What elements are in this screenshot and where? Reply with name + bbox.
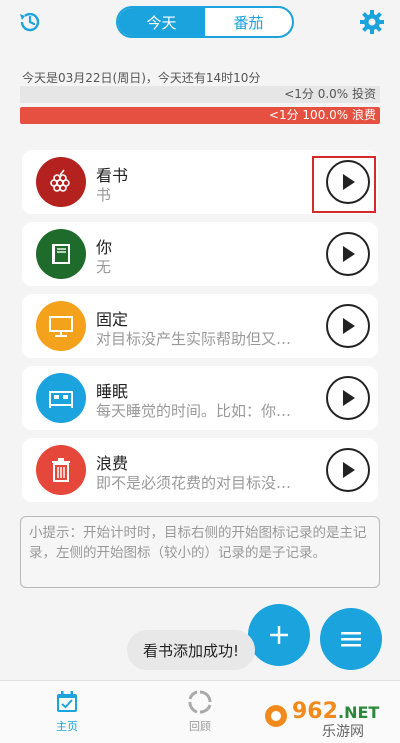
nav-home-label: 主页 xyxy=(56,720,78,733)
goal-card-sleep[interactable]: 睡眠 每天睡觉的时间。比如：你… xyxy=(22,366,378,430)
bed-icon xyxy=(36,373,86,423)
nav-review-label: 回顾 xyxy=(189,720,211,733)
card-title: 你 xyxy=(96,238,113,257)
menu-icon xyxy=(341,632,361,647)
calendar-check-icon xyxy=(57,691,77,712)
svg-text:962: 962 xyxy=(292,699,338,724)
tab-tomato[interactable]: 番茄 xyxy=(205,8,292,36)
card-subtitle: 无 xyxy=(96,258,112,276)
goal-card-reading[interactable]: 看书 书 xyxy=(22,150,378,214)
play-icon xyxy=(343,462,355,478)
card-subtitle: 即不是必须花费的对目标没… xyxy=(96,474,292,492)
watermark-logo: 962 .NET 乐游网 xyxy=(262,690,396,740)
card-subtitle: 书 xyxy=(96,186,112,204)
goal-card-waste[interactable]: 浪费 即不是必须花费的对目标没… xyxy=(22,438,378,502)
view-switch: 今天 番茄 xyxy=(116,6,294,38)
invest-bar: <1分 0.0% 投资 xyxy=(20,86,380,103)
tab-today[interactable]: 今天 xyxy=(118,8,205,36)
history-icon[interactable] xyxy=(16,8,44,36)
plus-icon xyxy=(270,626,288,644)
tip-box: 小提示：开始计时时，目标右侧的开始图标记录的是主记录，左侧的开始图标（较小的）记… xyxy=(20,516,380,588)
play-icon xyxy=(343,390,355,406)
play-icon xyxy=(343,246,355,262)
card-title: 看书 xyxy=(96,166,129,185)
card-subtitle: 每天睡觉的时间。比如：你… xyxy=(96,402,292,420)
svg-text:乐游网: 乐游网 xyxy=(322,724,364,740)
play-button[interactable] xyxy=(326,448,370,492)
card-title: 睡眠 xyxy=(96,382,129,401)
goal-card-fixed[interactable]: 固定 对目标没产生实际帮助但又… xyxy=(22,294,378,358)
play-button[interactable] xyxy=(326,232,370,276)
play-icon xyxy=(343,174,355,190)
refresh-ring-icon xyxy=(188,690,212,714)
book-icon xyxy=(36,229,86,279)
play-button[interactable] xyxy=(326,376,370,420)
nav-review[interactable]: 回顾 xyxy=(170,689,230,734)
svg-text:.NET: .NET xyxy=(338,703,379,722)
card-title: 固定 xyxy=(96,310,129,329)
card-subtitle: 对目标没产生实际帮助但又… xyxy=(96,330,292,348)
top-bar: 今天 番茄 xyxy=(0,0,400,44)
date-info: 今天是03月22日(周日)，今天还有14时10分 xyxy=(22,71,261,85)
card-title: 浪费 xyxy=(96,454,129,473)
play-button[interactable] xyxy=(326,160,370,204)
waste-bar: <1分 100.0% 浪费 xyxy=(20,107,380,124)
monitor-icon xyxy=(36,301,86,351)
nav-home[interactable]: 主页 xyxy=(37,689,97,734)
goal-card-you[interactable]: 你 无 xyxy=(22,222,378,286)
gear-icon[interactable] xyxy=(358,8,386,36)
menu-button[interactable] xyxy=(320,608,382,670)
trash-icon xyxy=(36,445,86,495)
play-icon xyxy=(343,318,355,334)
grapes-icon xyxy=(36,157,86,207)
add-goal-button[interactable] xyxy=(248,604,310,666)
toast-message: 看书添加成功! xyxy=(127,630,256,670)
play-button[interactable] xyxy=(326,304,370,348)
